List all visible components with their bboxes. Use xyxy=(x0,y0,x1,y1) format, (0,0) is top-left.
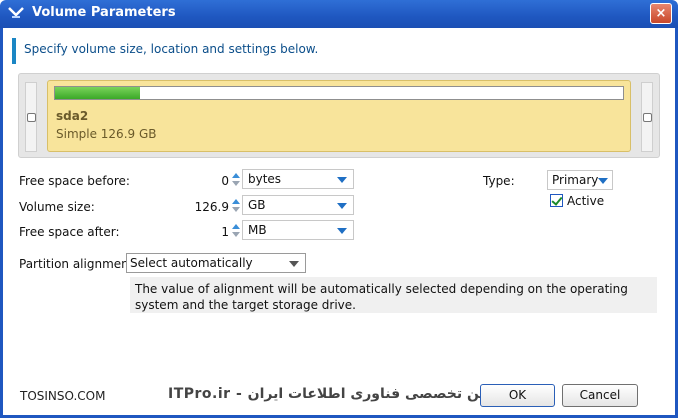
watermark-right: ITPro.ir - انجمن تخصصی فناوری اطلاعات ای… xyxy=(168,386,510,402)
partition-alignment-select[interactable]: Select automatically xyxy=(126,253,306,273)
chevron-down-icon xyxy=(337,228,347,234)
spin-down-icon[interactable] xyxy=(232,232,240,237)
usage-bar-fill xyxy=(55,87,141,99)
disk-layout-panel: sda2 Simple 126.9 GB xyxy=(18,73,660,158)
usage-bar xyxy=(54,86,624,100)
alignment-info-box: The value of alignment will be automatic… xyxy=(130,277,657,313)
spin-up-icon[interactable] xyxy=(232,173,240,178)
type-label: Type: xyxy=(483,174,515,188)
app-icon xyxy=(8,7,24,18)
free-space-before-value[interactable]: 0 xyxy=(169,174,229,188)
partition-name: sda2 xyxy=(56,109,89,123)
alignment-info-text: The value of alignment will be automatic… xyxy=(135,282,628,312)
unit-value: MB xyxy=(248,223,267,237)
type-select[interactable]: Primary xyxy=(547,170,613,190)
volume-size-unit-select[interactable]: GB xyxy=(242,195,354,215)
volume-size-spinner[interactable] xyxy=(232,198,240,214)
partition-block[interactable]: sda2 Simple 126.9 GB xyxy=(47,80,631,152)
spin-up-icon[interactable] xyxy=(232,199,240,204)
ok-button[interactable]: OK xyxy=(480,384,555,407)
instruction-text: Specify volume size, location and settin… xyxy=(24,42,319,56)
right-resize-track xyxy=(641,82,653,152)
type-value: Primary xyxy=(552,173,599,187)
free-space-before-spinner[interactable] xyxy=(232,172,240,188)
active-label[interactable]: Active xyxy=(567,194,604,208)
window-title: Volume Parameters xyxy=(32,5,176,20)
cancel-button[interactable]: Cancel xyxy=(562,384,638,407)
unit-value: GB xyxy=(248,198,266,212)
free-space-after-unit-select[interactable]: MB xyxy=(242,220,354,240)
chevron-down-icon xyxy=(289,261,299,267)
unit-value: bytes xyxy=(248,172,282,186)
watermark-left: TOSINSO.COM xyxy=(20,389,106,403)
partition-alignment-value: Select automatically xyxy=(130,256,253,270)
free-space-before-unit-select[interactable]: bytes xyxy=(242,169,354,189)
free-space-after-spinner[interactable] xyxy=(232,223,240,239)
active-checkbox[interactable] xyxy=(550,194,563,207)
free-space-after-label: Free space after: xyxy=(19,225,120,239)
free-space-after-value[interactable]: 1 xyxy=(169,225,229,239)
left-resize-track xyxy=(25,82,37,152)
left-resize-handle[interactable] xyxy=(27,113,36,122)
chevron-down-icon xyxy=(337,203,347,209)
free-space-before-label: Free space before: xyxy=(19,174,130,188)
chevron-down-icon xyxy=(598,178,608,184)
right-resize-handle[interactable] xyxy=(643,113,652,122)
partition-alignment-label: Partition alignment xyxy=(19,257,134,271)
instruction-header: Specify volume size, location and settin… xyxy=(12,38,664,64)
volume-size-value[interactable]: 126.9 xyxy=(169,200,229,214)
chevron-down-icon xyxy=(337,177,347,183)
partition-description: Simple 126.9 GB xyxy=(56,127,157,141)
volume-size-label: Volume size: xyxy=(19,200,95,214)
spin-down-icon[interactable] xyxy=(232,181,240,186)
spin-down-icon[interactable] xyxy=(232,207,240,212)
close-button[interactable]: × xyxy=(650,3,672,24)
spin-up-icon[interactable] xyxy=(232,224,240,229)
title-bar: Volume Parameters × xyxy=(0,0,678,28)
